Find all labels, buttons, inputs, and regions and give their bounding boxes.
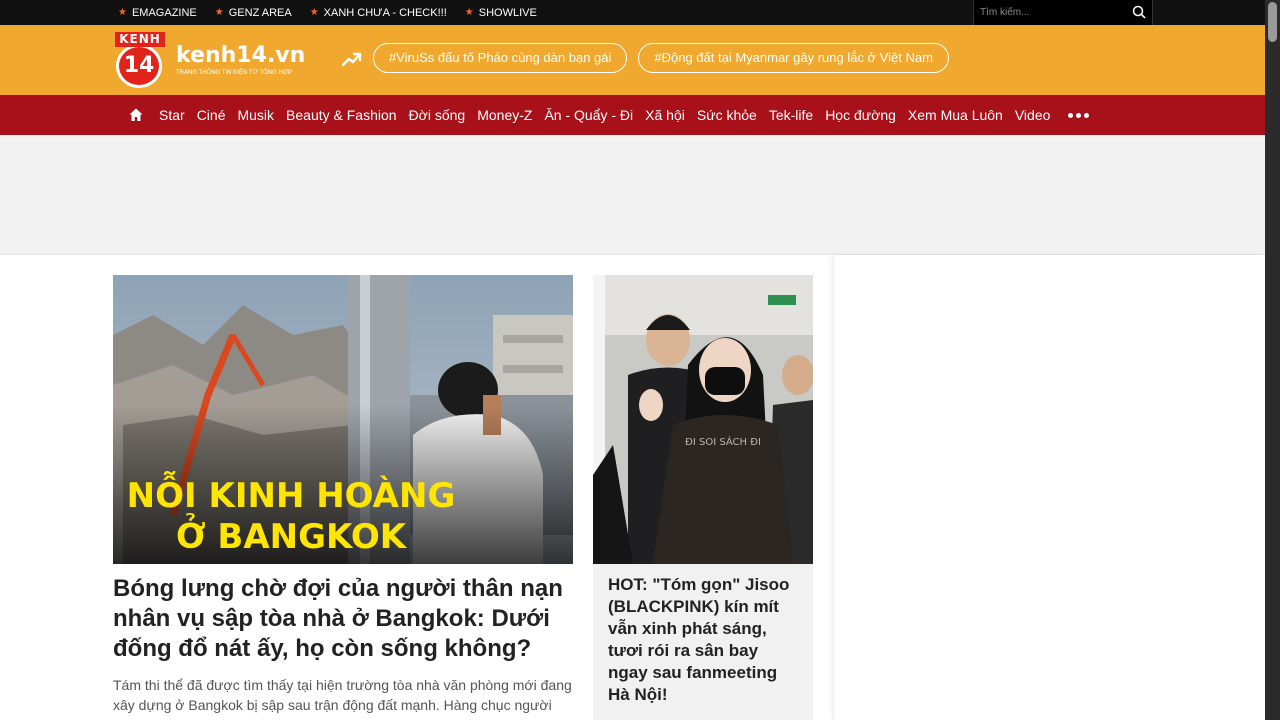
- top-link-xanh-chua[interactable]: ★ XANH CHƯA - CHECK!!!: [310, 7, 447, 19]
- logo-tagline: TRANG THÔNG TIN ĐIỆN TỬ TỔNG HỢP: [176, 70, 292, 76]
- top-link-genz-area[interactable]: ★ GENZ AREA: [215, 7, 292, 19]
- site-header: 14 KENH kenh14.vn TRANG THÔNG TIN ĐIỆN T…: [0, 25, 1265, 95]
- trending-tags: #ViruSs đấu tố Pháo cùng dàn bạn gái #Độ…: [373, 43, 960, 73]
- page-scrollbar[interactable]: [1265, 0, 1280, 720]
- main-story-sapo: Tám thi thể đã được tìm thấy tại hiện tr…: [113, 677, 572, 713]
- star-icon: ★: [464, 7, 474, 18]
- nav-item-xa-hoi[interactable]: Xã hội: [645, 107, 685, 123]
- nav-item-tek-life[interactable]: Tek-life: [769, 107, 813, 123]
- nav-item-video[interactable]: Video: [1015, 107, 1051, 123]
- search-input[interactable]: [980, 4, 1130, 21]
- top-link-label: EMAGAZINE: [131, 6, 197, 19]
- nav-item-xem-mua-luon[interactable]: Xem Mua Luôn: [908, 107, 1003, 123]
- scrollbar-thumb[interactable]: [1268, 2, 1277, 42]
- top-link-label: GENZ AREA: [228, 6, 292, 19]
- logo-badge-number: 14: [116, 44, 162, 88]
- nav-item-an-quay-di[interactable]: Ăn - Quẩy - Đi: [544, 107, 633, 123]
- nav-item-cine[interactable]: Ciné: [197, 107, 226, 123]
- home-icon[interactable]: [128, 107, 144, 123]
- side-story-card[interactable]: ĐI SOI SÁCH ĐI HOT: "Tóm gọn" Jisoo (BLA…: [593, 275, 813, 720]
- nav-items: Star Ciné Musik Beauty & Fashion Đời sốn…: [128, 95, 1092, 135]
- nav-item-suc-khoe[interactable]: Sức khỏe: [697, 107, 757, 123]
- nav-item-musik[interactable]: Musik: [237, 107, 274, 123]
- side-story-photo: ĐI SOI SÁCH ĐI: [593, 275, 813, 564]
- star-icon: ★: [214, 7, 224, 18]
- logo-badge-text: KENH: [115, 32, 165, 47]
- overlay-line-2: Ở BANGKOK: [176, 513, 408, 557]
- star-icon: ★: [118, 7, 127, 18]
- top-link-showlive[interactable]: ★ SHOWLIVE: [465, 7, 537, 19]
- nav-item-hoc-duong[interactable]: Học đường: [825, 107, 896, 123]
- main-nav: Star Ciné Musik Beauty & Fashion Đời sốn…: [0, 95, 1265, 135]
- trending-tag[interactable]: #ViruSs đấu tố Pháo cùng dàn bạn gái: [373, 43, 628, 73]
- main-story-image[interactable]: NỖI KINH HOÀNG Ở BANGKOK: [113, 275, 573, 564]
- site-logo[interactable]: 14 KENH kenh14.vn TRANG THÔNG TIN ĐIỆN T…: [113, 31, 305, 89]
- side-story-title[interactable]: HOT: "Tóm gọn" Jisoo (BLACKPINK) kín mít…: [593, 564, 813, 706]
- top-link-label: XANH CHƯA - CHECK!!!: [323, 6, 447, 19]
- top-link-label: SHOWLIVE: [478, 6, 537, 19]
- trending-icon: [342, 52, 362, 67]
- star-icon: ★: [309, 7, 319, 18]
- top-bar: ★ EMAGAZINE ★ GENZ AREA ★ XANH CHƯA - CHECK…: [0, 0, 1265, 25]
- overlay-line-1: NỖI KINH HOÀNG: [127, 470, 456, 516]
- logo-badge: 14 KENH: [113, 31, 167, 89]
- search-box: [973, 0, 1153, 25]
- top-link-emagazine[interactable]: ★ EMAGAZINE: [118, 7, 197, 19]
- nav-item-beauty-fashion[interactable]: Beauty & Fashion: [286, 107, 397, 123]
- side-image-text: ĐI SOI SÁCH ĐI: [685, 435, 761, 448]
- nav-item-star[interactable]: Star: [159, 107, 185, 123]
- nav-item-money-z[interactable]: Money-Z: [477, 107, 532, 123]
- right-sidebar: [833, 255, 1265, 720]
- search-icon[interactable]: [1132, 5, 1146, 19]
- ad-banner-area: [0, 135, 1265, 255]
- main-story-photo: NỖI KINH HOÀNG Ở BANGKOK: [113, 275, 573, 564]
- side-story-image[interactable]: ĐI SOI SÁCH ĐI: [593, 275, 813, 564]
- top-links: ★ EMAGAZINE ★ GENZ AREA ★ XANH CHƯA - CHECK…: [118, 0, 555, 25]
- trending-tag[interactable]: #Động đất tại Myanmar gây rung lắc ở Việ…: [638, 43, 949, 73]
- main-story-title[interactable]: Bóng lưng chờ đợi của người thân nạn nhâ…: [113, 574, 573, 664]
- more-icon[interactable]: [1068, 112, 1092, 118]
- logo-wordmark: kenh14.vn: [176, 43, 306, 68]
- nav-item-doi-song[interactable]: Đời sống: [409, 107, 466, 123]
